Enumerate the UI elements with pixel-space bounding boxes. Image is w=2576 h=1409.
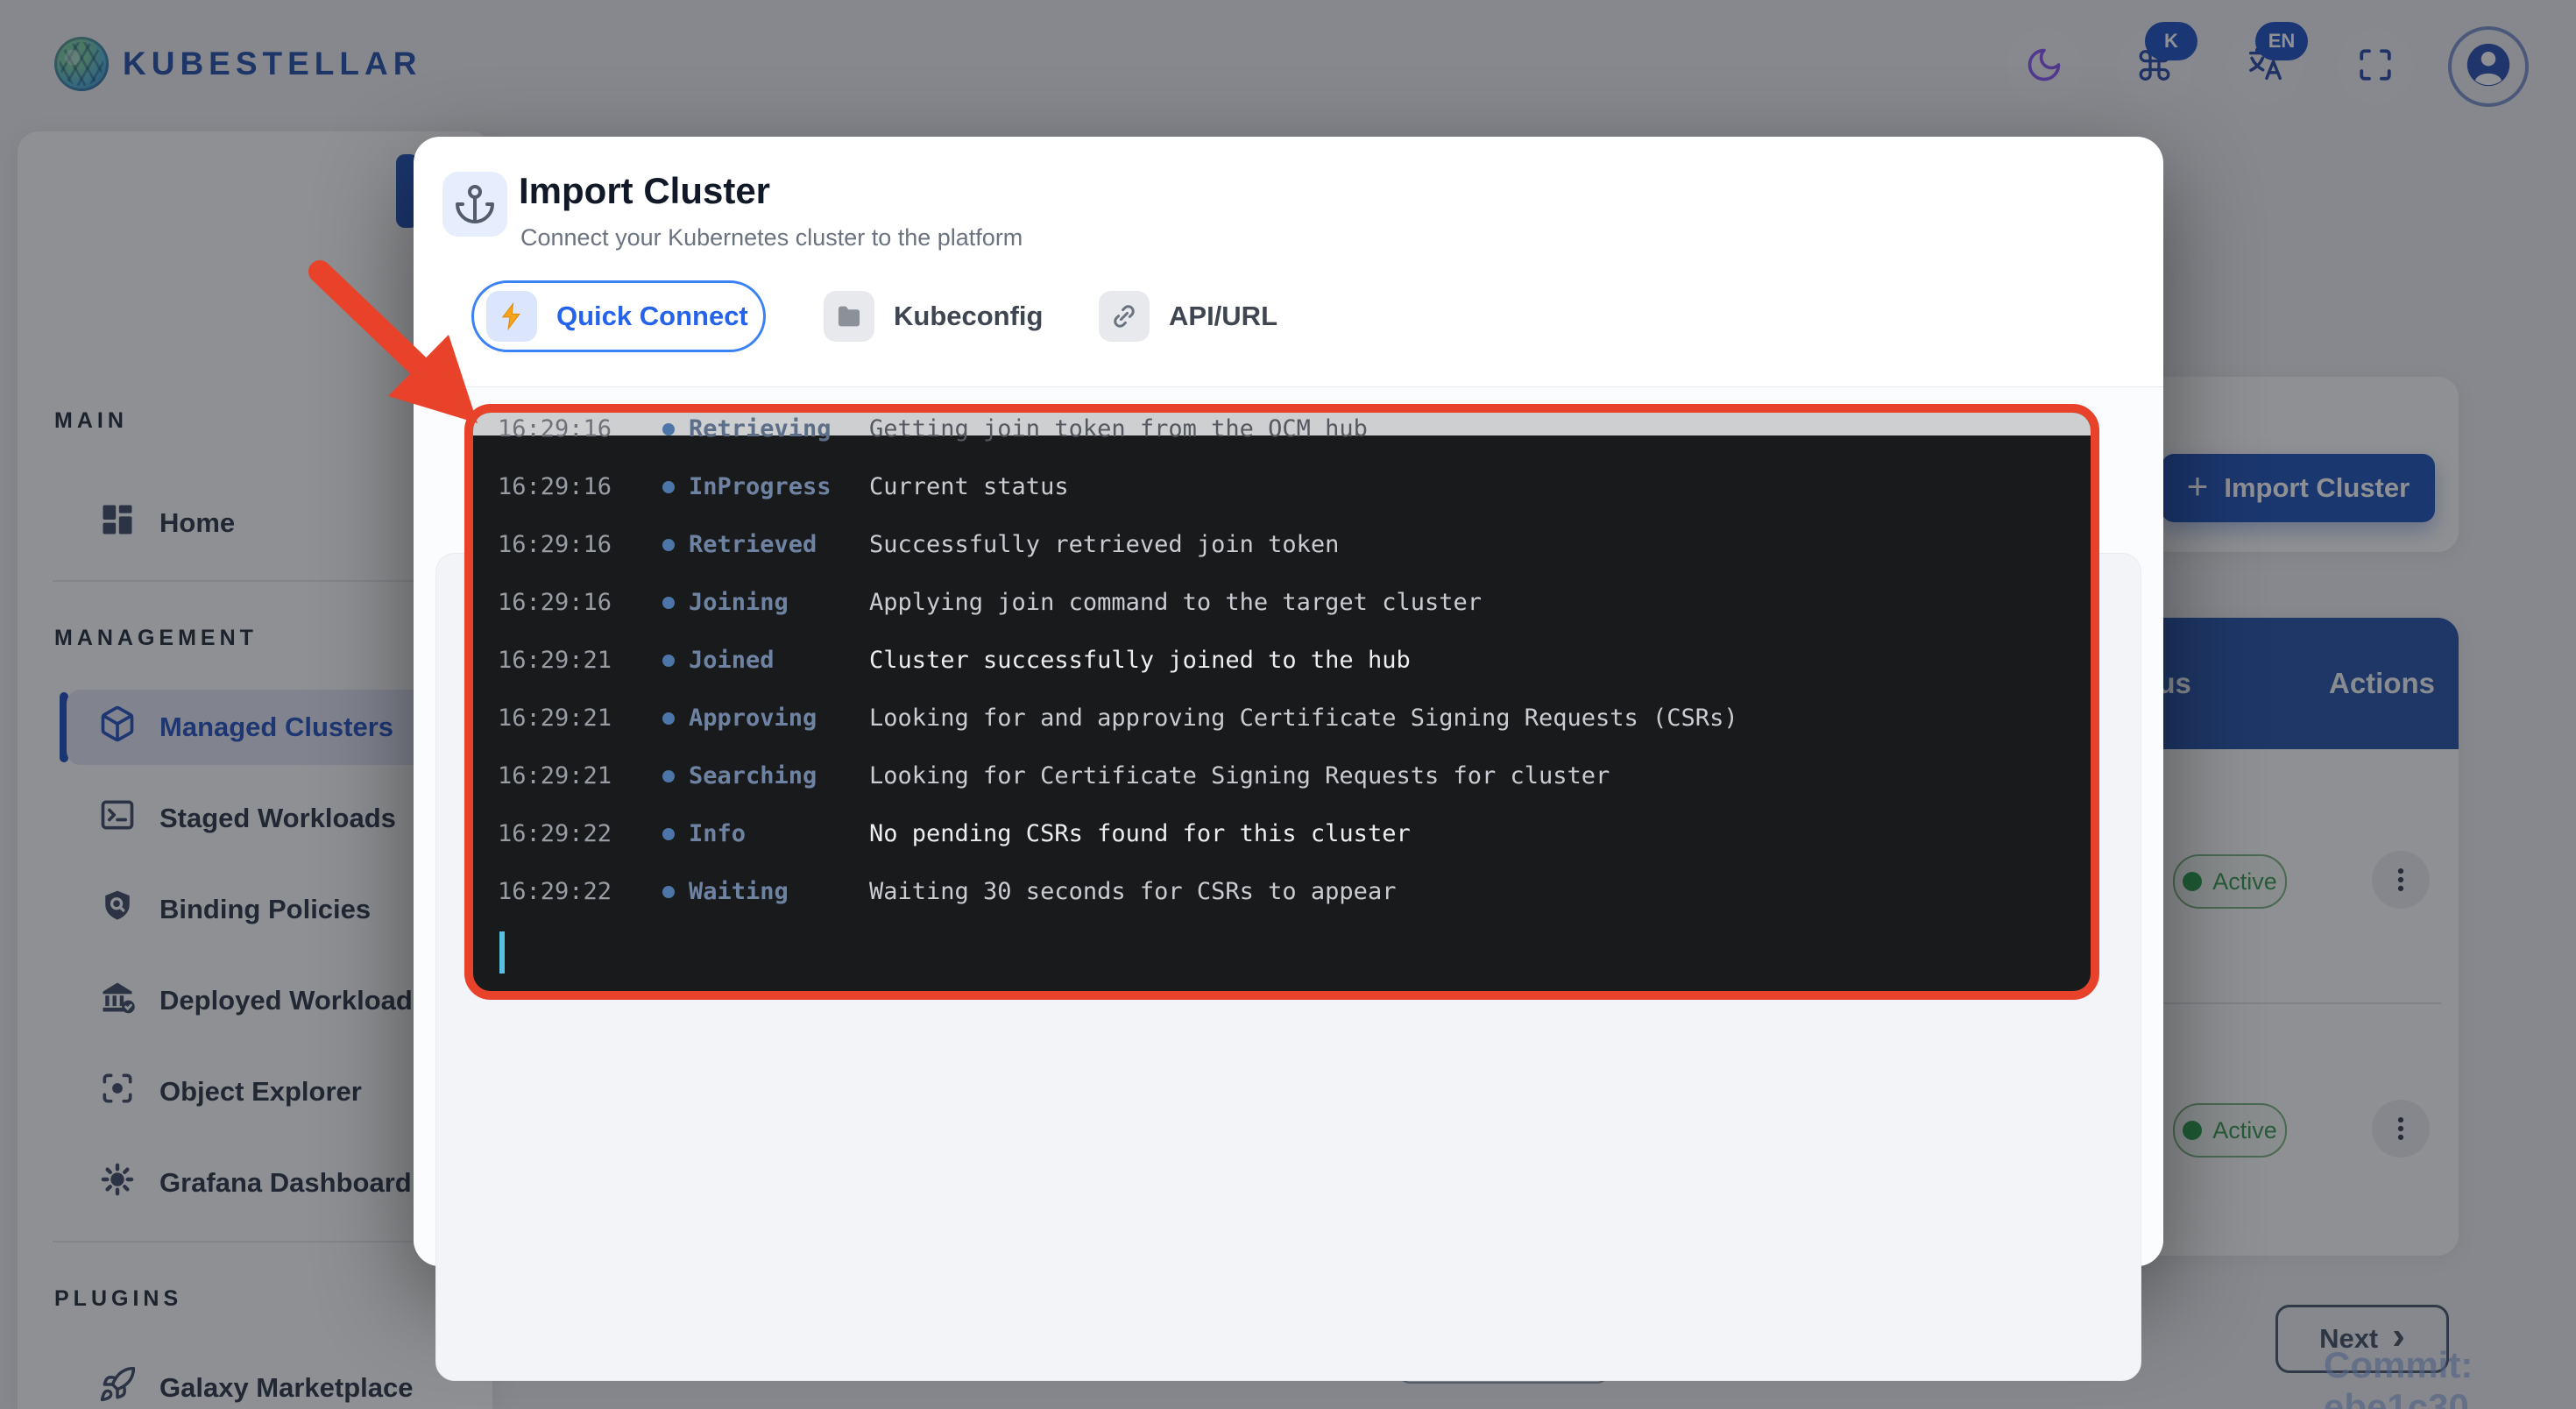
log-message: Current status <box>869 467 1069 507</box>
bullet-icon <box>662 770 675 782</box>
log-row: 16:29:22 Info No pending CSRs found for th… <box>473 814 2091 854</box>
log-time: 16:29:22 <box>498 814 612 854</box>
bullet-icon <box>662 481 675 493</box>
tab-label: API/URL <box>1169 301 1277 332</box>
bullet-icon <box>662 828 675 840</box>
log-message: Successfully retrieved join token <box>869 525 1339 565</box>
log-row: 16:29:16 Joining Applying join command to … <box>473 583 2091 623</box>
log-time: 16:29:16 <box>498 583 612 623</box>
log-message: Applying join command to the target clus… <box>869 583 1482 623</box>
log-time: 16:29:16 <box>498 409 612 450</box>
log-message: Getting join token from the OCM hub <box>869 409 1368 450</box>
log-time: 16:29:21 <box>498 698 612 739</box>
log-status: Joined <box>689 641 775 681</box>
log-time: 16:29:22 <box>498 872 612 912</box>
log-message: Looking for and approving Certificate Si… <box>869 698 1738 739</box>
log-time: 16:29:21 <box>498 756 612 797</box>
bullet-icon <box>662 597 675 609</box>
bullet-icon <box>662 886 675 898</box>
log-row: 16:29:16 Retrieving Getting join token fro… <box>473 409 2091 450</box>
tab-kubeconfig[interactable]: Kubeconfig <box>824 280 1044 352</box>
log-status: Info <box>689 814 746 854</box>
bullet-icon <box>662 539 675 551</box>
terminal-output[interactable]: 16:29:16 Retrieving Getting join token fro… <box>464 404 2099 1000</box>
log-message: Waiting 30 seconds for CSRs to appear <box>869 872 1396 912</box>
log-status: Retrieving <box>689 409 832 450</box>
log-message: No pending CSRs found for this cluster <box>869 814 1411 854</box>
log-row: 16:29:22 Waiting Waiting 30 seconds for CS… <box>473 872 2091 912</box>
log-message: Looking for Certificate Signing Requests… <box>869 756 1610 797</box>
modal-subtitle: Connect your Kubernetes cluster to the p… <box>520 224 1023 251</box>
import-cluster-modal: Import Cluster Connect your Kubernetes c… <box>414 137 2163 1266</box>
folder-icon <box>824 291 874 342</box>
log-status: InProgress <box>689 467 832 507</box>
log-time: 16:29:21 <box>498 641 612 681</box>
bullet-icon <box>662 655 675 667</box>
log-status: Searching <box>689 756 817 797</box>
log-status: Waiting <box>689 872 789 912</box>
log-status: Approving <box>689 698 817 739</box>
terminal-cursor <box>499 931 505 974</box>
tab-quick-connect[interactable]: Quick Connect <box>471 280 766 352</box>
tab-api-url[interactable]: API/URL <box>1099 280 1277 352</box>
log-time: 16:29:16 <box>498 525 612 565</box>
log-status: Retrieved <box>689 525 817 565</box>
log-time: 16:29:16 <box>498 467 612 507</box>
log-message: Cluster successfully joined to the hub <box>869 641 1411 681</box>
log-row: 16:29:21 Approving Looking for and approvi… <box>473 698 2091 739</box>
log-row: 16:29:16 Retrieved Successfully retrieved … <box>473 525 2091 565</box>
tab-label: Kubeconfig <box>894 301 1044 332</box>
log-row: 16:29:16 InProgress Current status <box>473 467 2091 507</box>
log-row: 16:29:21 Joined Cluster successfully joine… <box>473 641 2091 681</box>
lightning-icon <box>486 291 537 342</box>
bullet-icon <box>662 423 675 435</box>
link-icon <box>1099 291 1150 342</box>
anchor-icon <box>442 172 507 237</box>
log-status: Joining <box>689 583 789 623</box>
tab-label: Quick Connect <box>556 301 748 332</box>
bullet-icon <box>662 712 675 725</box>
screen: KUBESTELLAR ⌘ K <box>0 0 2576 1409</box>
log-row: 16:29:21 Searching Looking for Certificate… <box>473 756 2091 797</box>
modal-title: Import Cluster <box>519 170 770 212</box>
